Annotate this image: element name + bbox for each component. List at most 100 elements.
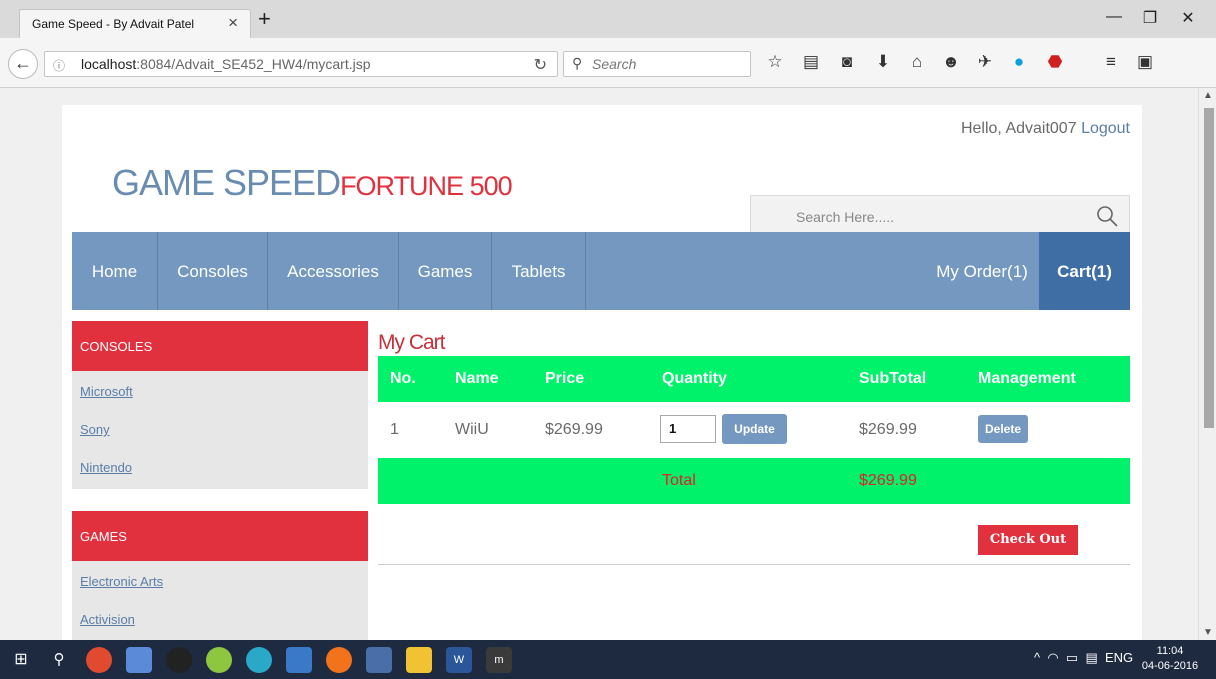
item-name: WiiU [455,421,489,438]
scrollbar-thumb[interactable] [1204,108,1214,428]
windows-start-icon[interactable]: ⊞ [8,647,34,673]
home-icon[interactable]: ⌂ [906,52,928,72]
cart-table-header: No. Name Price Quantity SubTotal Managem… [378,356,1130,402]
sidebar-heading-games: GAMES [72,511,368,561]
scroll-up-icon[interactable]: ▲ [1203,90,1213,101]
item-price: $269.99 [545,421,603,438]
android-studio-icon[interactable] [206,647,232,673]
notes-app-icon[interactable] [126,647,152,673]
greeting-text: Hello, Advait007 [960,120,1077,137]
menu-item-games[interactable]: Games [399,232,492,310]
bookmark-star-icon[interactable]: ☆ [764,52,786,72]
tray-chevron-icon[interactable]: ^ [1034,650,1040,665]
windows-taskbar: ⊞ ⚲ W m ^ ◠ ▭ ▤ ENG 11:04 04-06-2016 [0,640,1216,679]
menu-item-accessories[interactable]: Accessories [268,232,399,310]
file-explorer-icon[interactable] [406,647,432,673]
column-header-name: Name [455,370,499,387]
url-host: localhost [81,56,137,72]
menu-item-cart[interactable]: Cart(1) [1039,232,1130,310]
word-icon[interactable]: W [446,647,472,673]
extension-box-icon[interactable]: ▣ [1134,52,1156,72]
site-container: Hello, Advait007 Logout GAME SPEEDFORTUN… [62,105,1142,640]
sidebar-list-games: Electronic Arts Activision [72,561,368,640]
clock-date: 04-06-2016 [1141,660,1199,672]
column-header-management: Management [978,370,1076,387]
total-label: Total [662,472,696,489]
language-indicator[interactable]: ENG [1105,650,1133,665]
reload-icon[interactable]: ↻ [534,55,547,75]
logo-sub-text: FORTUNE 500 [340,171,513,201]
search-icon: ⚲ [572,55,583,71]
main-menu: Home Consoles Accessories Games Tablets … [72,232,1130,310]
search-icon[interactable]: ⚲ [46,647,72,673]
column-header-subtotal: SubTotal [859,370,927,387]
browser-search-placeholder: Search [592,56,637,72]
column-header-quantity: Quantity [662,370,727,387]
scroll-down-icon[interactable]: ▼ [1203,627,1213,638]
item-no: 1 [390,421,399,438]
browser-tab[interactable]: Game Speed - By Advait Patel × [19,9,251,39]
pocket-icon[interactable]: ◙ [836,52,858,72]
new-tab-icon[interactable]: + [258,6,271,32]
sidebar-link-electronic-arts[interactable]: Electronic Arts [72,563,368,601]
reading-list-icon[interactable]: ▤ [800,52,822,72]
page-viewport: Hello, Advait007 Logout GAME SPEEDFORTUN… [0,88,1198,640]
chat-icon[interactable]: ☻ [940,52,962,72]
site-logo[interactable]: GAME SPEEDFORTUNE 500 [112,162,513,204]
app-icon[interactable] [246,647,272,673]
clock-time: 11:04 [1156,645,1184,657]
restore-icon[interactable]: ❐ [1140,8,1160,28]
sidebar-link-microsoft[interactable]: Microsoft [72,373,368,411]
info-icon[interactable]: ⓘ [53,57,65,74]
url-text: localhost:8084/Advait_SE452_HW4/mycart.j… [81,56,371,72]
browser-nav-bar: ← ⓘ localhost:8084/Advait_SE452_HW4/myca… [0,38,1216,88]
address-bar[interactable]: ⓘ localhost:8084/Advait_SE452_HW4/mycart… [44,51,558,77]
logout-link[interactable]: Logout [1081,120,1130,137]
close-tab-icon[interactable]: × [228,13,238,33]
netbeans-icon[interactable] [366,647,392,673]
system-tray[interactable]: ^ ◠ ▭ ▤ ENG [1034,650,1133,666]
notification-icon[interactable]: ▤ [1085,650,1097,665]
firefox-icon[interactable] [326,647,352,673]
update-button[interactable]: Update [722,414,787,444]
virtualbox-icon[interactable] [286,647,312,673]
delete-button[interactable]: Delete [978,415,1028,443]
skype-icon[interactable]: ● [1008,52,1030,72]
media-app-icon[interactable]: m [486,647,512,673]
menu-item-tablets[interactable]: Tablets [492,232,586,310]
wifi-icon[interactable]: ◠ [1047,650,1058,665]
sidebar-link-activision[interactable]: Activision [72,601,368,639]
chrome-icon[interactable] [86,647,112,673]
download-icon[interactable]: ⬇ [872,52,894,72]
sidebar-link-nintendo[interactable]: Nintendo [72,449,368,487]
page-scrollbar[interactable]: ▲ ▼ [1198,88,1216,640]
user-greeting: Hello, Advait007 Logout [961,120,1130,138]
url-path: :8084/Advait_SE452_HW4/mycart.jsp [136,56,371,72]
adblock-icon[interactable]: ⬣ [1044,52,1066,72]
close-window-icon[interactable]: ✕ [1178,8,1198,28]
table-row: 1 WiiU $269.99 1 Update $269.99 Delete [378,402,1130,458]
sidebar-heading-consoles: CONSOLES [72,321,368,371]
github-icon[interactable] [166,647,192,673]
back-button[interactable]: ← [8,49,38,79]
site-search-placeholder: Search Here..... [796,209,895,225]
menu-item-consoles[interactable]: Consoles [158,232,268,310]
checkout-button[interactable]: Check Out [978,525,1078,555]
cart-total-row: Total $269.99 [378,458,1130,504]
column-header-price: Price [545,370,585,387]
menu-item-home[interactable]: Home [72,232,158,310]
extension-icon[interactable]: ✈ [974,52,996,72]
search-icon[interactable] [1095,204,1119,228]
sidebar-link-sony[interactable]: Sony [72,411,368,449]
browser-search-input[interactable]: ⚲ Search [563,51,751,77]
site-search-input[interactable]: Search Here..... [750,195,1130,237]
divider [378,564,1130,565]
minimize-icon[interactable]: — [1104,8,1124,26]
tab-title: Game Speed - By Advait Patel [32,17,195,31]
menu-item-my-order[interactable]: My Order(1) [932,232,1032,310]
menu-icon[interactable]: ≡ [1100,52,1122,72]
quantity-input[interactable]: 1 [660,415,716,443]
system-clock[interactable]: 11:04 04-06-2016 [1130,644,1210,674]
battery-icon[interactable]: ▭ [1066,650,1078,665]
sidebar-list-consoles: Microsoft Sony Nintendo [72,371,368,489]
